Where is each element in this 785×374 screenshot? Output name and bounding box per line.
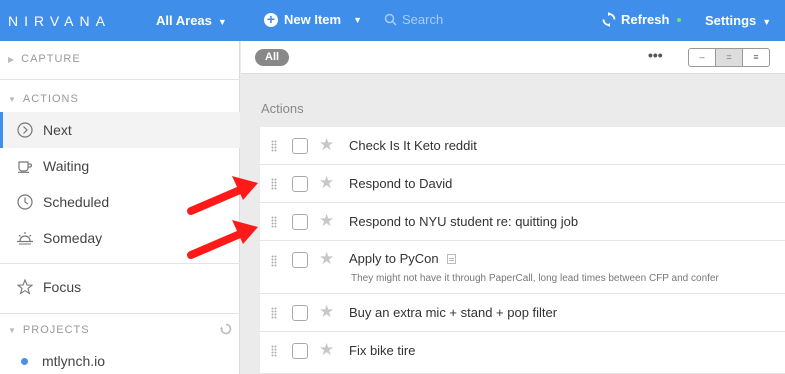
view-density-toggle: – = ≡ [688, 48, 770, 67]
app-logo[interactable]: NIRVANA [8, 13, 111, 29]
drag-handle-icon[interactable] [271, 345, 277, 357]
filter-bar: All ••• – = ≡ [241, 41, 785, 74]
task-title[interactable]: Respond to David [349, 176, 452, 191]
projects-header-label: PROJECTS [22, 324, 90, 336]
view-normal-button[interactable]: = [716, 49, 743, 66]
refresh-icon [602, 12, 616, 27]
chevron-down-icon: ▼ [762, 17, 772, 27]
search-placeholder: Search [402, 12, 444, 27]
note-icon [446, 254, 456, 264]
view-compact-button[interactable]: – [689, 49, 716, 66]
reorder-icon[interactable] [220, 323, 232, 338]
task-row[interactable]: ★ Respond to NYU student re: quitting jo… [260, 203, 785, 241]
more-options-icon[interactable]: ••• [648, 47, 663, 63]
task-title[interactable]: Respond to NYU student re: quitting job [349, 214, 578, 229]
star-icon[interactable]: ★ [319, 173, 334, 193]
task-checkbox[interactable] [292, 176, 308, 192]
capture-header-label: CAPTURE [21, 53, 81, 65]
task-row[interactable]: ★ Respond to David [260, 165, 785, 203]
cup-icon [16, 157, 34, 175]
task-checkbox[interactable] [292, 138, 308, 154]
next-circle-icon [16, 121, 34, 139]
chevron-down-icon: ▼ [217, 17, 227, 27]
star-icon[interactable]: ★ [319, 340, 334, 360]
triangle-down-icon: ▼ [8, 326, 17, 335]
sidebar-item-waiting[interactable]: Waiting [0, 148, 240, 184]
sidebar-item-label: Scheduled [43, 194, 110, 210]
task-row[interactable]: ★ Apply to PyCon They might not have it … [260, 241, 785, 294]
refresh-label: Refresh [621, 12, 670, 27]
refresh-button[interactable]: Refresh [602, 12, 682, 27]
chevron-down-icon[interactable]: ▼ [353, 15, 362, 25]
plus-circle-icon: + [264, 12, 278, 27]
sidebar-item-next[interactable]: Next [0, 112, 240, 148]
areas-dropdown[interactable]: All Areas ▼ [156, 13, 227, 28]
new-item-button[interactable]: + New Item ▼ [264, 12, 362, 27]
divider [0, 263, 240, 264]
new-item-label: New Item [284, 12, 342, 27]
capture-section-header[interactable]: ▶ CAPTURE [0, 53, 240, 65]
sidebar-item-label: Next [43, 122, 72, 138]
sidebar-item-label: Waiting [43, 158, 90, 174]
task-row[interactable]: ★ Buy an extra mic + stand + pop filter [260, 294, 785, 332]
task-note: They might not have it through PaperCall… [351, 273, 719, 284]
sidebar-project-item[interactable]: mtlynch.io [0, 343, 240, 374]
drag-handle-icon[interactable] [271, 178, 277, 190]
star-icon[interactable]: ★ [319, 302, 334, 322]
view-expanded-button[interactable]: ≡ [743, 49, 769, 66]
areas-label: All Areas [156, 13, 212, 28]
sunrise-icon [16, 229, 34, 247]
divider [0, 313, 240, 314]
task-title[interactable]: Fix bike tire [349, 343, 415, 358]
task-row[interactable]: ★ Check Is It Keto reddit [260, 127, 785, 165]
task-title[interactable]: Check Is It Keto reddit [349, 138, 477, 153]
star-icon[interactable]: ★ [319, 135, 334, 155]
triangle-down-icon: ▼ [8, 95, 17, 104]
sidebar-item-label: Someday [43, 230, 103, 246]
star-icon[interactable]: ★ [319, 249, 334, 269]
actions-header-label: ACTIONS [22, 93, 79, 105]
task-checkbox[interactable] [292, 214, 308, 230]
settings-label: Settings [705, 13, 757, 28]
group-title: Actions [261, 101, 304, 116]
sidebar-item-scheduled[interactable]: Scheduled [0, 184, 240, 220]
project-label: mtlynch.io [42, 353, 106, 369]
project-dot-icon [21, 357, 28, 365]
task-checkbox[interactable] [292, 252, 308, 268]
triangle-right-icon: ▶ [8, 55, 16, 64]
sidebar-item-focus[interactable]: Focus [0, 269, 240, 305]
clock-icon [16, 193, 34, 211]
actions-section-header[interactable]: ▼ ACTIONS [0, 93, 240, 105]
sidebar-item-someday[interactable]: Someday [0, 220, 240, 256]
sidebar: ▶ CAPTURE ▼ ACTIONS Next Waiting Scheduled… [0, 41, 240, 374]
projects-section-header[interactable]: ▼ PROJECTS [0, 323, 240, 338]
sidebar-item-label: Focus [43, 279, 82, 295]
divider [0, 79, 240, 80]
task-row[interactable]: ★ Fix bike tire [260, 332, 785, 374]
star-icon[interactable]: ★ [319, 211, 334, 231]
task-title[interactable]: Buy an extra mic + stand + pop filter [349, 305, 557, 320]
top-bar: NIRVANA All Areas ▼ + New Item ▼ Search R… [0, 0, 785, 41]
search-icon [384, 13, 397, 26]
drag-handle-icon[interactable] [271, 140, 277, 152]
drag-handle-icon[interactable] [271, 216, 277, 228]
task-title[interactable]: Apply to PyCon [349, 251, 456, 266]
main-panel: All ••• – = ≡ Actions ★ Check Is It Keto… [241, 41, 785, 374]
task-title-text: Apply to PyCon [349, 251, 439, 266]
drag-handle-icon[interactable] [271, 307, 277, 319]
search-input[interactable]: Search [384, 12, 443, 27]
task-checkbox[interactable] [292, 305, 308, 321]
drag-handle-icon[interactable] [271, 255, 277, 267]
sync-status-dot [677, 17, 682, 22]
task-checkbox[interactable] [292, 343, 308, 359]
star-outline-icon [16, 278, 34, 296]
all-tag-filter[interactable]: All [255, 49, 290, 66]
settings-menu[interactable]: Settings ▼ [705, 13, 771, 28]
